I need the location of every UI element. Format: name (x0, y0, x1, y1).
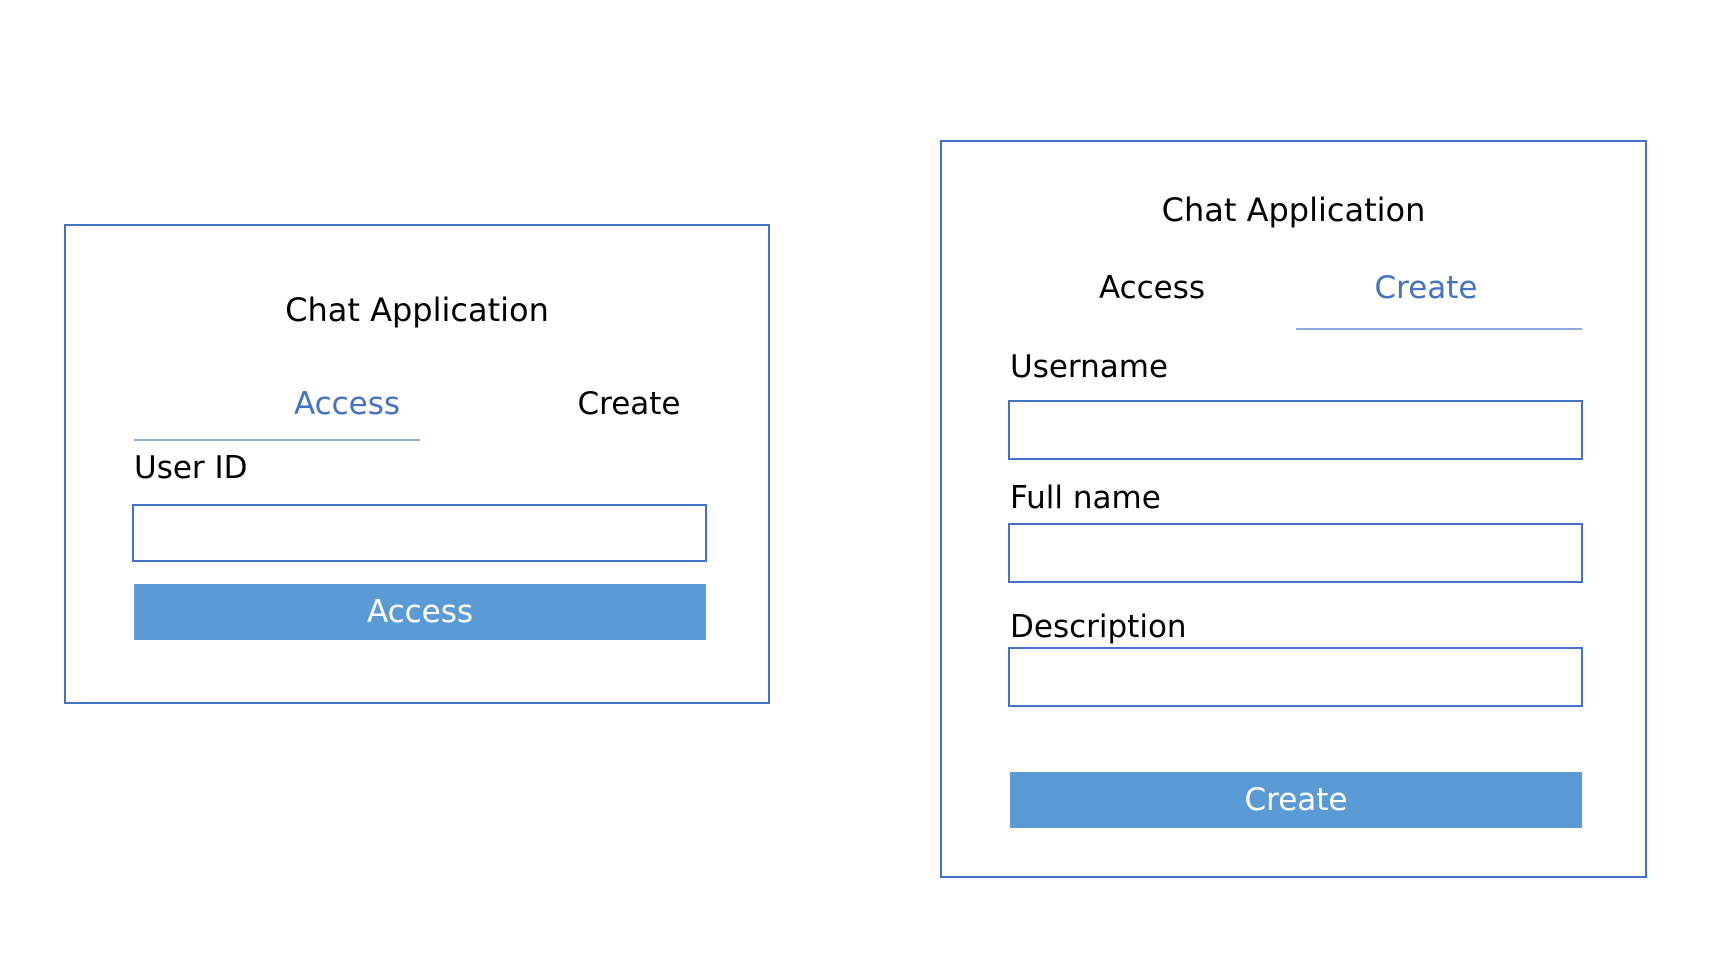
username-input[interactable] (1008, 400, 1583, 460)
app-title: Chat Application (1161, 191, 1426, 229)
tab-create[interactable]: Create (1284, 268, 1568, 308)
user-id-input[interactable] (132, 504, 707, 562)
tab-access[interactable]: Access (202, 384, 492, 424)
description-label: Description (1010, 609, 1187, 645)
description-input[interactable] (1008, 647, 1583, 707)
create-user-panel: Chat Application Access Create Username … (940, 140, 1647, 878)
tab-access[interactable]: Access (1010, 268, 1294, 308)
active-tab-indicator (1296, 328, 1582, 330)
full-name-label: Full name (1010, 480, 1161, 516)
create-button[interactable]: Create (1010, 772, 1582, 828)
app-title: Chat Application (285, 291, 549, 329)
user-id-label: User ID (134, 450, 248, 486)
access-button[interactable]: Access (134, 584, 706, 640)
active-tab-indicator (134, 439, 420, 441)
tab-create[interactable]: Create (484, 384, 774, 424)
access-login-panel: Chat Application Access Create User ID A… (64, 224, 770, 704)
username-label: Username (1010, 349, 1169, 385)
full-name-input[interactable] (1008, 523, 1583, 583)
